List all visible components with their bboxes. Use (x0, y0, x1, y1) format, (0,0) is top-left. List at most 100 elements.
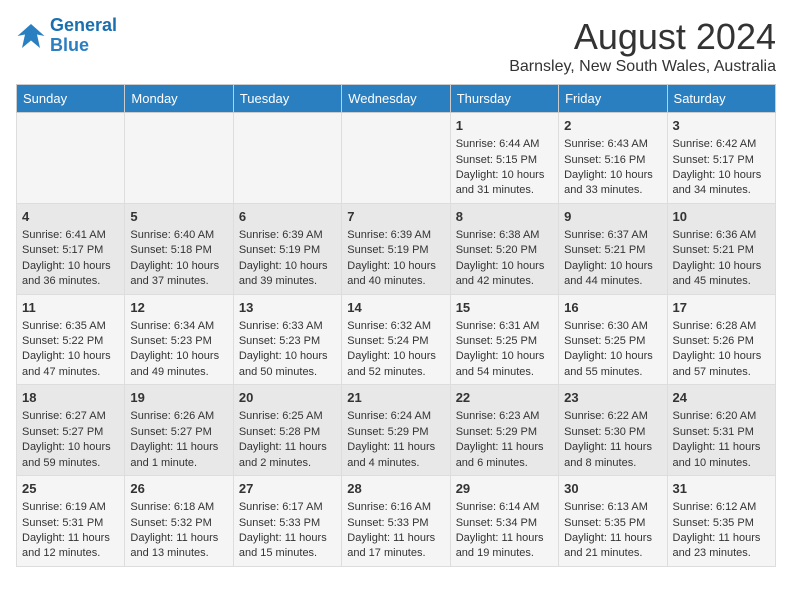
day-info: Sunrise: 6:42 AM Sunset: 5:17 PM Dayligh… (673, 137, 770, 199)
day-number: 19 (130, 389, 227, 407)
calendar-cell: 29 Sunrise: 6:14 AM Sunset: 5:34 PM Dayli… (450, 476, 558, 567)
day-info: Sunrise: 6:37 AM Sunset: 5:21 PM Dayligh… (564, 228, 661, 290)
day-info: Sunrise: 6:39 AM Sunset: 5:19 PM Dayligh… (347, 228, 444, 290)
day-info: Sunrise: 6:39 AM Sunset: 5:19 PM Dayligh… (239, 228, 336, 290)
header-saturday: Saturday (667, 85, 775, 113)
calendar-week-1: 1 Sunrise: 6:44 AM Sunset: 5:15 PM Daylig… (17, 113, 776, 204)
calendar-cell: 18Sunrise: 6:27 AM Sunset: 5:27 PM Dayli… (17, 385, 125, 476)
title-area: August 2024 Barnsley, New South Wales, A… (509, 16, 776, 76)
main-title: August 2024 (509, 16, 776, 58)
calendar-cell (233, 113, 341, 204)
day-number: 11 (22, 299, 119, 317)
calendar-cell: 14Sunrise: 6:32 AM Sunset: 5:24 PM Dayli… (342, 294, 450, 385)
calendar-cell: 21Sunrise: 6:24 AM Sunset: 5:29 PM Dayli… (342, 385, 450, 476)
calendar-cell: 31 Sunrise: 6:12 AM Sunset: 5:35 PM Dayli… (667, 476, 775, 567)
day-info: Sunrise: 6:25 AM Sunset: 5:28 PM Dayligh… (239, 409, 336, 471)
calendar-cell (342, 113, 450, 204)
day-number: 26 (130, 480, 227, 498)
day-info: Sunrise: 6:19 AM Sunset: 5:31 PM Dayligh… (22, 500, 119, 562)
header-tuesday: Tuesday (233, 85, 341, 113)
calendar-week-5: 25 Sunrise: 6:19 AM Sunset: 5:31 PM Dayli… (17, 476, 776, 567)
subtitle: Barnsley, New South Wales, Australia (509, 58, 776, 76)
calendar-cell: 8Sunrise: 6:38 AM Sunset: 5:20 PM Daylig… (450, 203, 558, 294)
day-number: 4 (22, 208, 119, 226)
calendar-cell: 9 Sunrise: 6:37 AM Sunset: 5:21 PM Daylig… (559, 203, 667, 294)
day-info: Sunrise: 6:26 AM Sunset: 5:27 PM Dayligh… (130, 409, 227, 471)
day-info: Sunrise: 6:24 AM Sunset: 5:29 PM Dayligh… (347, 409, 444, 471)
calendar-cell: 6 Sunrise: 6:39 AM Sunset: 5:19 PM Daylig… (233, 203, 341, 294)
logo-line2: Blue (50, 35, 89, 55)
day-number: 20 (239, 389, 336, 407)
header-sunday: Sunday (17, 85, 125, 113)
day-info: Sunrise: 6:12 AM Sunset: 5:35 PM Dayligh… (673, 500, 770, 562)
calendar-cell: 5 Sunrise: 6:40 AM Sunset: 5:18 PM Daylig… (125, 203, 233, 294)
calendar-cell: 1 Sunrise: 6:44 AM Sunset: 5:15 PM Daylig… (450, 113, 558, 204)
day-number: 29 (456, 480, 553, 498)
calendar-cell: 27Sunrise: 6:17 AM Sunset: 5:33 PM Dayli… (233, 476, 341, 567)
day-info: Sunrise: 6:14 AM Sunset: 5:34 PM Dayligh… (456, 500, 553, 562)
day-info: Sunrise: 6:34 AM Sunset: 5:23 PM Dayligh… (130, 319, 227, 381)
day-number: 27 (239, 480, 336, 498)
day-number: 1 (456, 117, 553, 135)
day-number: 16 (564, 299, 661, 317)
calendar-week-4: 18Sunrise: 6:27 AM Sunset: 5:27 PM Dayli… (17, 385, 776, 476)
calendar-cell: 2 Sunrise: 6:43 AM Sunset: 5:16 PM Daylig… (559, 113, 667, 204)
day-info: Sunrise: 6:35 AM Sunset: 5:22 PM Dayligh… (22, 319, 119, 381)
header: General Blue August 2024 Barnsley, New S… (16, 16, 776, 76)
day-number: 23 (564, 389, 661, 407)
calendar-week-3: 11 Sunrise: 6:35 AM Sunset: 5:22 PM Dayli… (17, 294, 776, 385)
day-number: 28 (347, 480, 444, 498)
day-number: 2 (564, 117, 661, 135)
calendar-cell: 11 Sunrise: 6:35 AM Sunset: 5:22 PM Dayli… (17, 294, 125, 385)
day-number: 3 (673, 117, 770, 135)
day-number: 6 (239, 208, 336, 226)
day-number: 15 (456, 299, 553, 317)
calendar-cell: 19 Sunrise: 6:26 AM Sunset: 5:27 PM Dayli… (125, 385, 233, 476)
day-info: Sunrise: 6:41 AM Sunset: 5:17 PM Dayligh… (22, 228, 119, 290)
logo: General Blue (16, 16, 117, 56)
calendar-table: SundayMondayTuesdayWednesdayThursdayFrid… (16, 84, 776, 567)
calendar-header-row: SundayMondayTuesdayWednesdayThursdayFrid… (17, 85, 776, 113)
day-number: 31 (673, 480, 770, 498)
header-thursday: Thursday (450, 85, 558, 113)
calendar-cell: 25 Sunrise: 6:19 AM Sunset: 5:31 PM Dayli… (17, 476, 125, 567)
calendar-cell: 22Sunrise: 6:23 AM Sunset: 5:29 PM Dayli… (450, 385, 558, 476)
day-info: Sunrise: 6:44 AM Sunset: 5:15 PM Dayligh… (456, 137, 553, 199)
day-number: 24 (673, 389, 770, 407)
calendar-cell: 23 Sunrise: 6:22 AM Sunset: 5:30 PM Dayli… (559, 385, 667, 476)
calendar-cell: 15Sunrise: 6:31 AM Sunset: 5:25 PM Dayli… (450, 294, 558, 385)
day-info: Sunrise: 6:43 AM Sunset: 5:16 PM Dayligh… (564, 137, 661, 199)
day-number: 7 (347, 208, 444, 226)
day-info: Sunrise: 6:23 AM Sunset: 5:29 PM Dayligh… (456, 409, 553, 471)
day-info: Sunrise: 6:13 AM Sunset: 5:35 PM Dayligh… (564, 500, 661, 562)
calendar-cell: 4 Sunrise: 6:41 AM Sunset: 5:17 PM Daylig… (17, 203, 125, 294)
day-info: Sunrise: 6:18 AM Sunset: 5:32 PM Dayligh… (130, 500, 227, 562)
calendar-cell (125, 113, 233, 204)
logo-text: General Blue (50, 16, 117, 56)
day-number: 9 (564, 208, 661, 226)
day-number: 13 (239, 299, 336, 317)
day-number: 17 (673, 299, 770, 317)
day-info: Sunrise: 6:40 AM Sunset: 5:18 PM Dayligh… (130, 228, 227, 290)
day-info: Sunrise: 6:32 AM Sunset: 5:24 PM Dayligh… (347, 319, 444, 381)
calendar-cell: 24 Sunrise: 6:20 AM Sunset: 5:31 PM Dayli… (667, 385, 775, 476)
calendar-cell: 20 Sunrise: 6:25 AM Sunset: 5:28 PM Dayli… (233, 385, 341, 476)
calendar-cell: 12Sunrise: 6:34 AM Sunset: 5:23 PM Dayli… (125, 294, 233, 385)
logo-line1: General (50, 15, 117, 35)
calendar-week-2: 4 Sunrise: 6:41 AM Sunset: 5:17 PM Daylig… (17, 203, 776, 294)
day-info: Sunrise: 6:20 AM Sunset: 5:31 PM Dayligh… (673, 409, 770, 471)
calendar-cell: 30 Sunrise: 6:13 AM Sunset: 5:35 PM Dayli… (559, 476, 667, 567)
calendar-cell: 7 Sunrise: 6:39 AM Sunset: 5:19 PM Daylig… (342, 203, 450, 294)
day-number: 5 (130, 208, 227, 226)
calendar-cell (17, 113, 125, 204)
day-number: 10 (673, 208, 770, 226)
calendar-cell: 16Sunrise: 6:30 AM Sunset: 5:25 PM Dayli… (559, 294, 667, 385)
day-number: 30 (564, 480, 661, 498)
day-info: Sunrise: 6:28 AM Sunset: 5:26 PM Dayligh… (673, 319, 770, 381)
day-info: Sunrise: 6:36 AM Sunset: 5:21 PM Dayligh… (673, 228, 770, 290)
day-number: 25 (22, 480, 119, 498)
day-info: Sunrise: 6:22 AM Sunset: 5:30 PM Dayligh… (564, 409, 661, 471)
day-info: Sunrise: 6:27 AM Sunset: 5:27 PM Dayligh… (22, 409, 119, 471)
calendar-cell: 28Sunrise: 6:16 AM Sunset: 5:33 PM Dayli… (342, 476, 450, 567)
day-number: 8 (456, 208, 553, 226)
